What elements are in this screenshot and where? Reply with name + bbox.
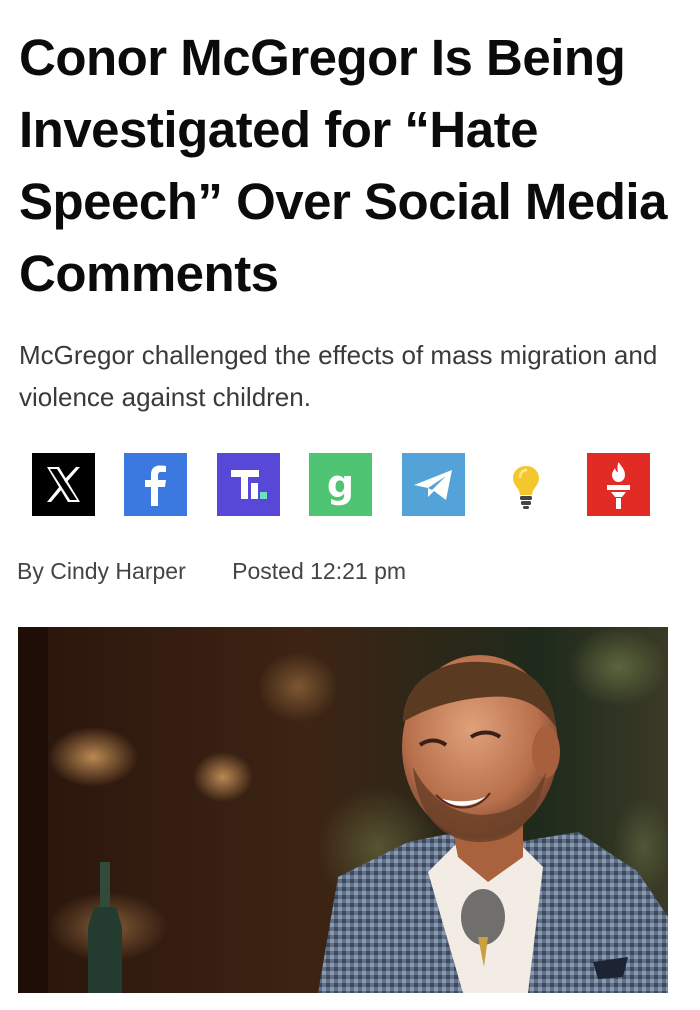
share-torch-button[interactable] [587,453,650,516]
share-x-button[interactable] [32,453,95,516]
x-logo-icon [32,453,95,516]
article-posted-time: Posted 12:21 pm [232,558,407,584]
article-subheadline: McGregor challenged the effects of mass … [19,340,658,412]
telegram-icon [402,453,465,516]
hero-photo [18,627,668,993]
share-idea-button[interactable] [494,453,557,516]
torch-icon [587,453,650,516]
gettr-icon: g [309,453,372,516]
facebook-icon [124,453,187,516]
share-telegram-button[interactable] [402,453,465,516]
share-facebook-button[interactable] [124,453,187,516]
article-headline: Conor McGregor Is Being Investigated for… [19,29,667,302]
share-truth-social-button[interactable] [217,453,280,516]
share-buttons: g [32,453,652,517]
truth-social-icon [217,453,280,516]
article-hero-image [18,627,668,993]
article-author[interactable]: By Cindy Harper [17,558,186,584]
svg-text:g: g [327,462,354,506]
article-meta: By Cindy Harper Posted 12:21 pm [17,558,406,585]
lightbulb-icon [512,466,539,509]
share-gettr-button[interactable]: g [309,453,372,516]
